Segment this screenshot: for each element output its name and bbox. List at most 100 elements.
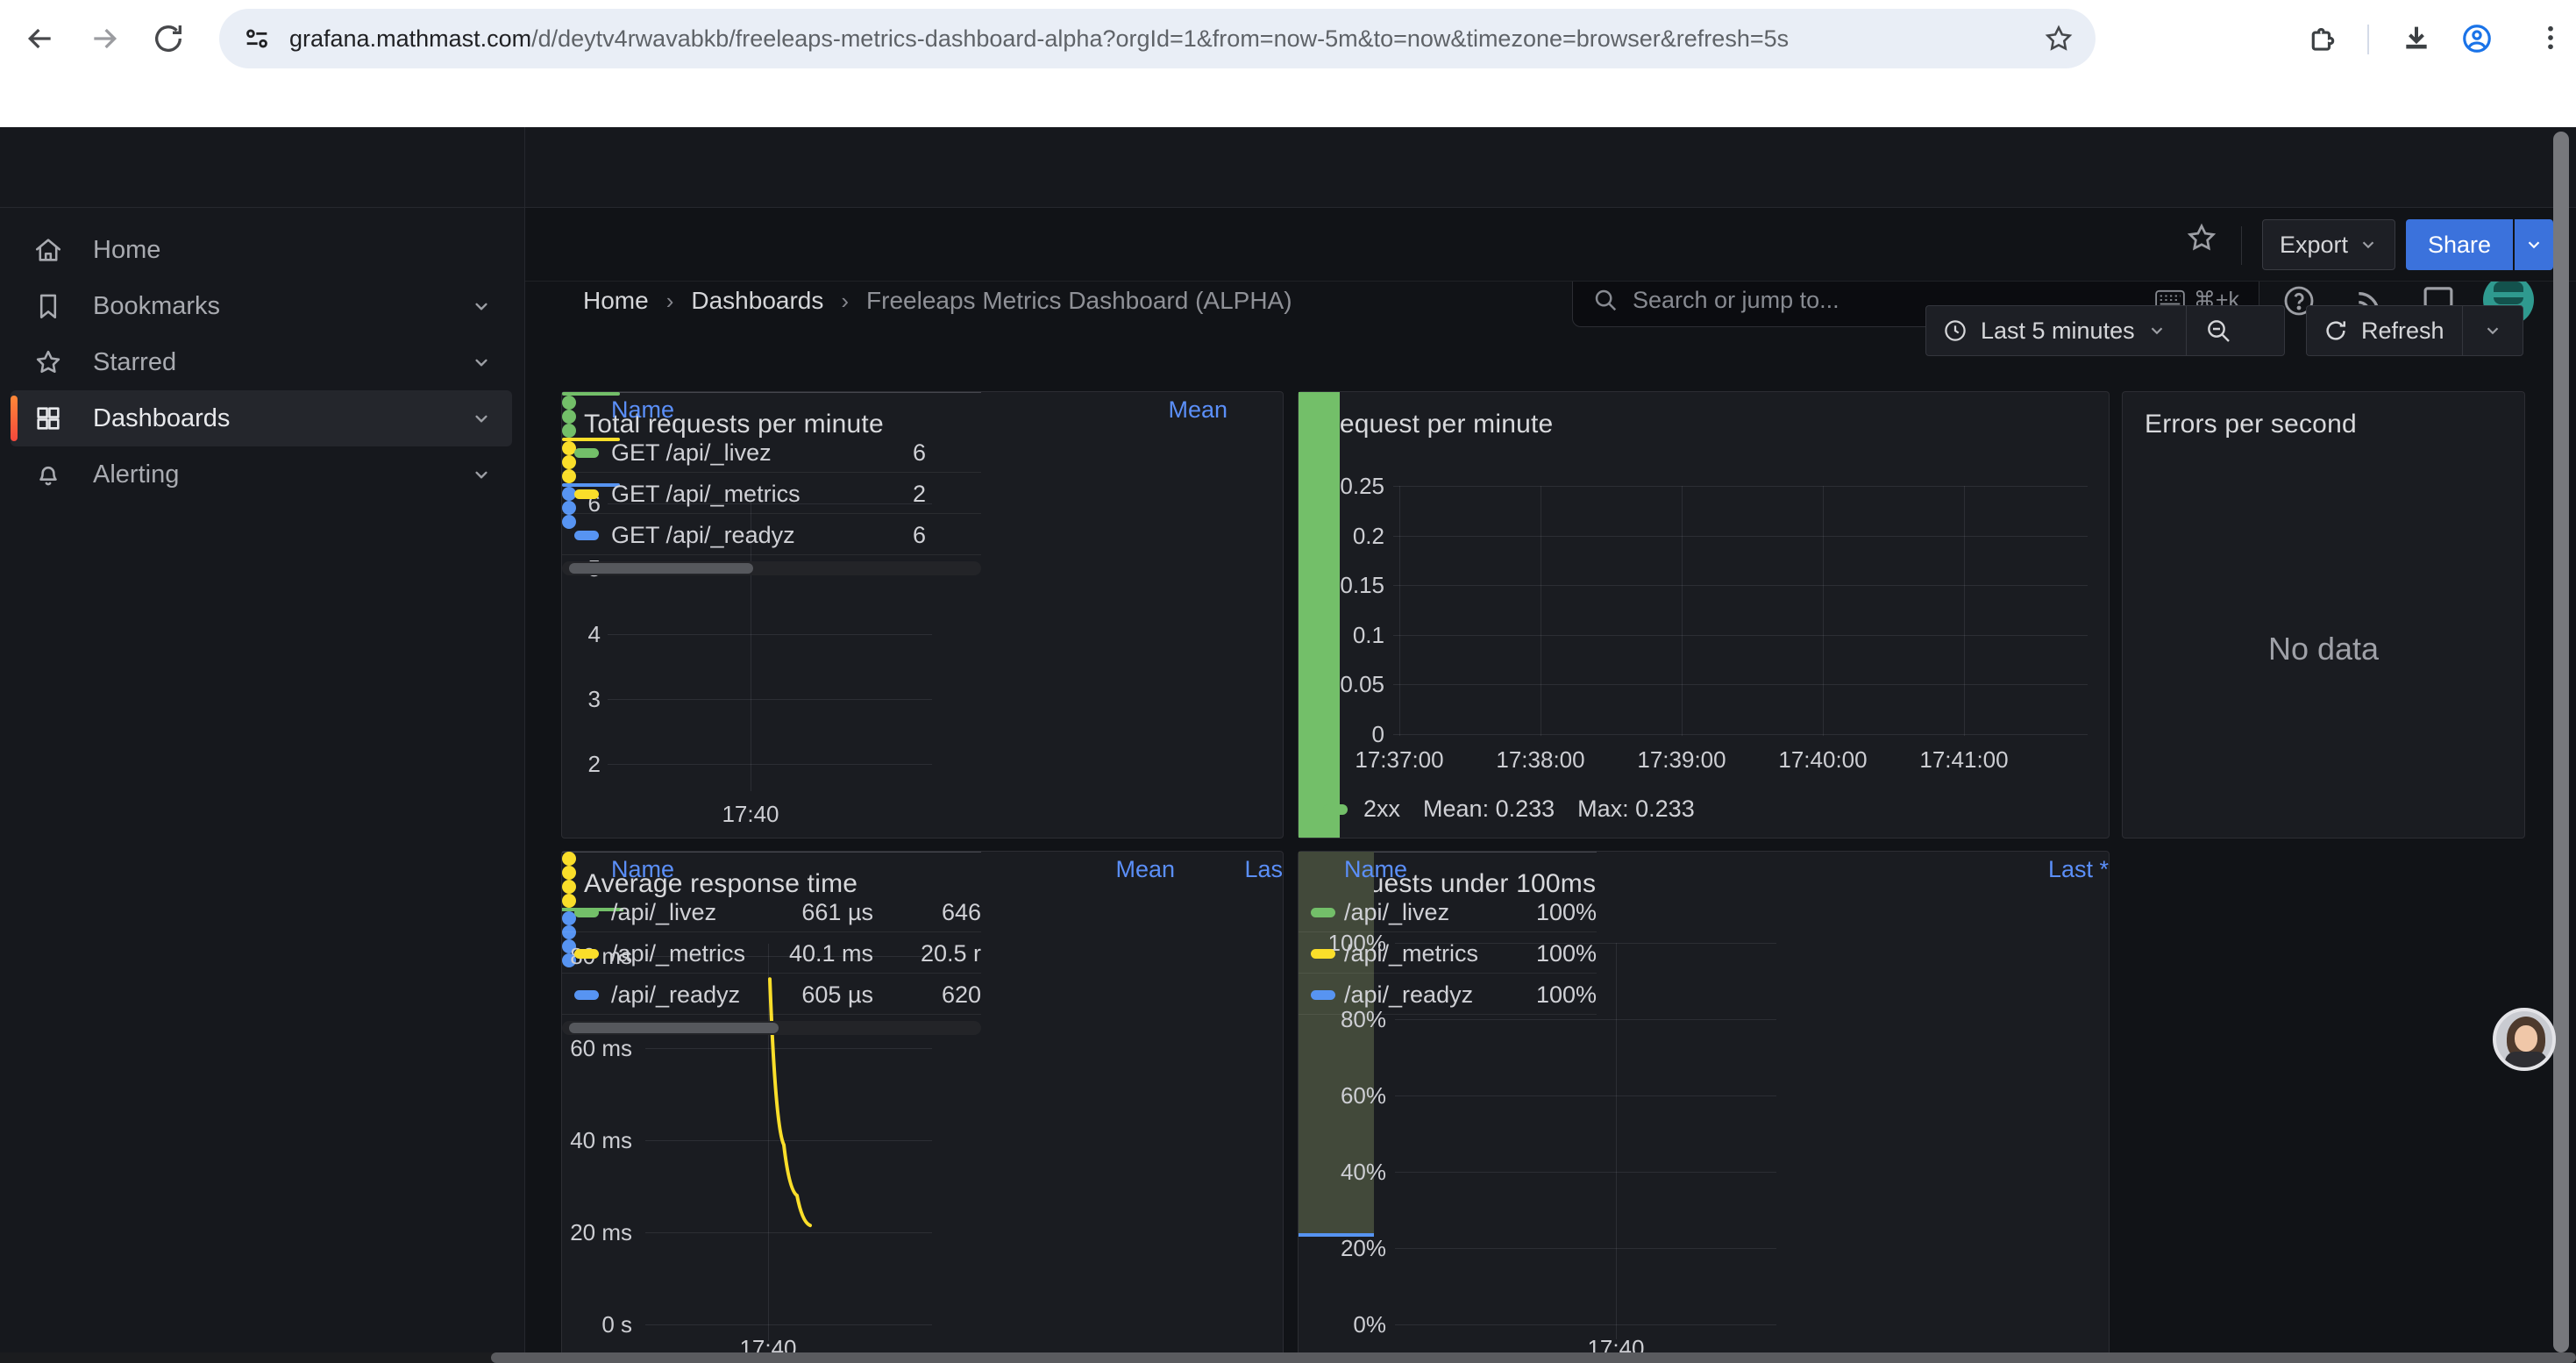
legend-series-name[interactable]: /api/_livez — [1344, 892, 1449, 932]
legend-column-header[interactable]: Last * — [2048, 852, 2109, 887]
breadcrumb-item[interactable]: Home — [583, 287, 649, 315]
sidebar-item-label: Dashboards — [93, 404, 230, 433]
legend-series-name[interactable]: GET /api/_livez — [611, 432, 772, 473]
sidebar-item-home[interactable]: Home — [11, 222, 512, 278]
legend-column-header[interactable]: Name — [611, 392, 674, 427]
legend-column-header[interactable]: Las — [1244, 852, 1283, 887]
horizontal-scrollbar-thumb[interactable] — [491, 1352, 2576, 1363]
y-tick-label: 20% — [1299, 1234, 1386, 1262]
share-button[interactable]: Share — [2406, 219, 2513, 270]
legend-row: /api/_readyz605 µs620 — [562, 974, 981, 1015]
menu-kebab-icon[interactable] — [2534, 21, 2567, 54]
legend-value: 605 µs — [801, 974, 873, 1015]
legend-column-header[interactable]: Name — [1344, 852, 1407, 887]
legend-stats: 2xxMean: 0.233Max: 0.233 — [1323, 796, 1695, 823]
back-icon[interactable] — [23, 21, 58, 56]
chevron-down-icon[interactable] — [470, 351, 493, 374]
refresh-label[interactable]: Refresh — [2361, 318, 2444, 345]
legend-column-header[interactable]: Mean — [1115, 852, 1175, 887]
h-gridline — [1393, 536, 2088, 537]
panel-errors-per-second: Errors per second No data — [2122, 391, 2525, 838]
subheader-divider — [2241, 226, 2242, 265]
legend-series-color — [1323, 804, 1348, 815]
legend-row: /api/_readyz 100% — [1299, 974, 1597, 1015]
chevron-down-icon — [2524, 235, 2544, 254]
legend-column-header[interactable]: Name — [611, 852, 674, 887]
data-point — [562, 410, 576, 424]
favorite-star-icon[interactable] — [2185, 221, 2218, 254]
legend-scrollbar-track — [562, 1021, 981, 1035]
h-gridline — [1395, 1172, 1776, 1173]
h-gridline — [1393, 585, 2088, 586]
chevron-down-icon — [2483, 321, 2502, 340]
legend-series-name[interactable]: GET /api/_metrics — [611, 474, 801, 514]
browser-toolbar: grafana.mathmast.com/d/deytv4rwavabkb/fr… — [0, 0, 2576, 77]
h-gridline — [1395, 1324, 1776, 1325]
sidebar-item-label: Starred — [93, 348, 176, 377]
reload-icon[interactable] — [151, 21, 186, 56]
forward-icon[interactable] — [87, 21, 122, 56]
chevron-down-icon — [2147, 321, 2167, 340]
chevron-down-icon[interactable] — [470, 295, 493, 318]
legend-value: 100% — [1536, 974, 1597, 1015]
url-bar[interactable]: grafana.mathmast.com/d/deytv4rwavabkb/fr… — [219, 9, 2096, 68]
sidebar-item-bookmarks[interactable]: Bookmarks — [11, 278, 512, 334]
legend-series-name[interactable]: /api/_livez — [611, 892, 716, 932]
screen: grafana.mathmast.com/d/deytv4rwavabkb/fr… — [0, 0, 2576, 1363]
panel-average-response-time: Average response time 80 ms60 ms40 ms20 … — [561, 851, 1284, 1363]
legend-row: /api/_livez661 µs646 — [562, 892, 981, 932]
h-gridline — [1395, 1248, 1776, 1249]
sidebar-item-starred[interactable]: Starred — [11, 334, 512, 390]
export-button[interactable]: Export — [2262, 219, 2395, 270]
breadcrumb-item: Freeleaps Metrics Dashboard (ALPHA) — [866, 287, 1292, 315]
profile-icon[interactable] — [2460, 22, 2494, 55]
legend-series-color — [574, 489, 599, 499]
url-text[interactable]: grafana.mathmast.com/d/deytv4rwavabkb/fr… — [289, 25, 2043, 53]
x-tick-label: 17:41:00 — [1894, 746, 2034, 774]
sidebar-item-dashboards[interactable]: Dashboards — [11, 390, 512, 446]
refresh-interval-button[interactable] — [2463, 321, 2523, 340]
y-tick-label: 0 — [1299, 720, 1384, 748]
legend-series-name[interactable]: GET /api/_readyz — [611, 515, 795, 555]
floating-assistant-avatar[interactable] — [2493, 1008, 2556, 1071]
no-data-message: No data — [2123, 631, 2524, 667]
legend-row: GET /api/_readyz6 — [562, 515, 981, 555]
chevron-down-icon[interactable] — [470, 463, 493, 486]
bookmark-icon — [33, 291, 63, 321]
legend-value: 646 — [942, 892, 981, 932]
legend-scrollbar-thumb[interactable] — [569, 1023, 779, 1033]
legend-value: 6 — [913, 432, 926, 473]
legend-mean: Mean: 0.233 — [1423, 796, 1555, 823]
tune-icon[interactable] — [242, 24, 272, 54]
download-icon[interactable] — [2399, 21, 2434, 56]
y-tick-label: 3 — [562, 685, 601, 713]
bookmark-star-icon[interactable] — [2043, 23, 2074, 54]
time-range-label[interactable]: Last 5 minutes — [1981, 318, 2135, 345]
zoom-out-icon — [2204, 317, 2232, 345]
legend-row: /api/_metrics100% — [1299, 933, 1597, 974]
share-caret-button[interactable] — [2515, 219, 2553, 270]
v-gridline — [1823, 486, 1824, 736]
chevron-down-icon[interactable] — [470, 407, 493, 430]
v-gridline — [1682, 486, 1683, 736]
extensions-icon[interactable] — [2304, 23, 2338, 56]
refresh-group: Refresh — [2306, 305, 2523, 356]
legend-series-name[interactable]: 2xx — [1363, 796, 1400, 823]
refresh-icon — [2323, 318, 2349, 344]
zoom-out-button[interactable] — [2187, 317, 2251, 345]
legend-scrollbar-thumb[interactable] — [569, 563, 753, 574]
legend-series-name[interactable]: /api/_metrics — [611, 933, 745, 974]
vertical-scrollbar[interactable] — [2553, 132, 2569, 1352]
sidebar-item-label: Bookmarks — [93, 292, 220, 321]
breadcrumb-item[interactable]: Dashboards — [691, 287, 823, 315]
breadcrumb-separator: › — [666, 288, 674, 315]
legend-series-name[interactable]: /api/_metrics — [1344, 933, 1478, 974]
home-icon — [33, 235, 63, 265]
breadcrumb: Home›Dashboards›Freeleaps Metrics Dashbo… — [583, 287, 1292, 315]
legend-series-name[interactable]: /api/_readyz — [611, 974, 740, 1015]
legend-series-name[interactable]: /api/_readyz — [1344, 974, 1473, 1015]
sidebar-item-alerting[interactable]: Alerting — [11, 446, 512, 503]
legend-column-header[interactable]: Mean — [1168, 392, 1228, 427]
legend-value: 2 — [913, 474, 926, 514]
search-icon — [1592, 287, 1619, 313]
